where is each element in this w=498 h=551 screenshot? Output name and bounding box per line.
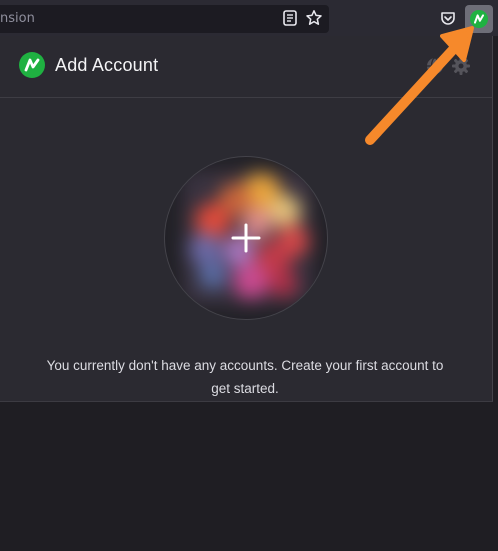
plus-icon	[231, 223, 261, 253]
reader-view-icon[interactable]	[281, 9, 299, 27]
app-logo-icon	[19, 52, 45, 78]
add-account-avatar-button[interactable]	[164, 156, 328, 320]
page-title: Add Account	[55, 55, 159, 75]
bookmark-star-icon[interactable]	[305, 9, 323, 27]
empty-accounts-message: You currently don't have any accounts. C…	[46, 358, 444, 396]
address-bar[interactable]: nsion	[0, 5, 329, 33]
address-bar-text[interactable]: nsion	[0, 11, 35, 26]
annotation-arrow-icon	[365, 26, 474, 145]
